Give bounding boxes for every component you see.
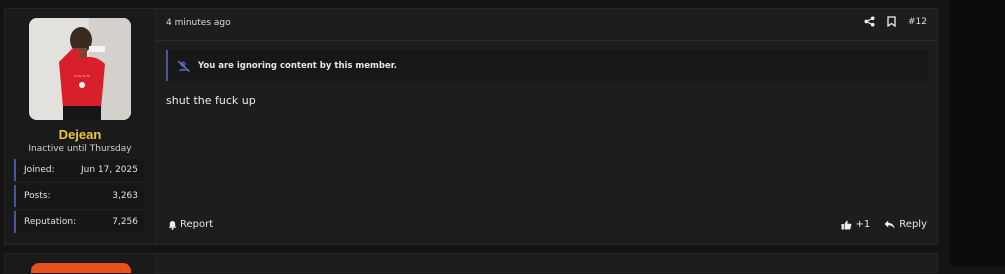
stat-value: 3,263 bbox=[112, 191, 138, 201]
report-label: Report bbox=[180, 219, 214, 230]
user-sidebar: ~~~~ Dejean Inactive until Thursday Join… bbox=[5, 9, 156, 244]
header-divider bbox=[156, 40, 937, 41]
ignored-notice-text: You are ignoring content by this member. bbox=[198, 60, 397, 71]
user-status-title: Inactive until Thursday bbox=[28, 144, 132, 154]
reply-arrow-icon bbox=[884, 220, 895, 229]
post-message: shut the fuck up bbox=[166, 94, 256, 107]
stat-joined: Joined: Jun 17, 2025 bbox=[14, 159, 145, 181]
post-number[interactable]: #12 bbox=[908, 17, 927, 27]
username[interactable]: Dejean bbox=[5, 127, 155, 142]
ignore-icon bbox=[177, 60, 191, 72]
next-user-avatar[interactable] bbox=[31, 263, 131, 273]
stat-value: Jun 17, 2025 bbox=[80, 165, 138, 175]
reaction-count: +1 bbox=[855, 219, 871, 230]
report-button[interactable]: Report bbox=[168, 219, 213, 230]
post-main: 4 minutes ago #12 You are ignoring conte… bbox=[156, 9, 937, 244]
page-gutter bbox=[950, 0, 1005, 266]
stat-reputation: Reputation: 7,256 bbox=[14, 211, 145, 233]
bell-icon bbox=[168, 220, 177, 230]
stat-label: Joined: bbox=[24, 165, 55, 175]
stat-label: Reputation: bbox=[24, 217, 77, 227]
user-avatar[interactable]: ~~~~ bbox=[29, 18, 131, 120]
next-user-sidebar bbox=[5, 254, 156, 274]
reply-label: Reply bbox=[899, 219, 927, 230]
like-button[interactable]: +1 bbox=[841, 219, 871, 230]
post-footer-actions: +1 Reply bbox=[841, 219, 927, 230]
stat-value: 7,256 bbox=[112, 217, 138, 227]
bookmark-icon[interactable] bbox=[887, 16, 896, 27]
stat-label: Posts: bbox=[24, 191, 51, 201]
post-header-actions: #12 bbox=[864, 16, 927, 27]
stat-posts: Posts: 3,263 bbox=[14, 185, 145, 207]
reply-button[interactable]: Reply bbox=[884, 219, 927, 230]
forum-post: ~~~~ Dejean Inactive until Thursday Join… bbox=[4, 8, 938, 245]
next-forum-post bbox=[4, 253, 938, 274]
svg-text:~~~~: ~~~~ bbox=[74, 74, 91, 80]
ignored-notice: You are ignoring content by this member. bbox=[166, 50, 928, 81]
post-timestamp[interactable]: 4 minutes ago bbox=[166, 18, 231, 28]
share-icon[interactable] bbox=[864, 16, 875, 27]
thumbs-up-icon bbox=[841, 220, 852, 230]
